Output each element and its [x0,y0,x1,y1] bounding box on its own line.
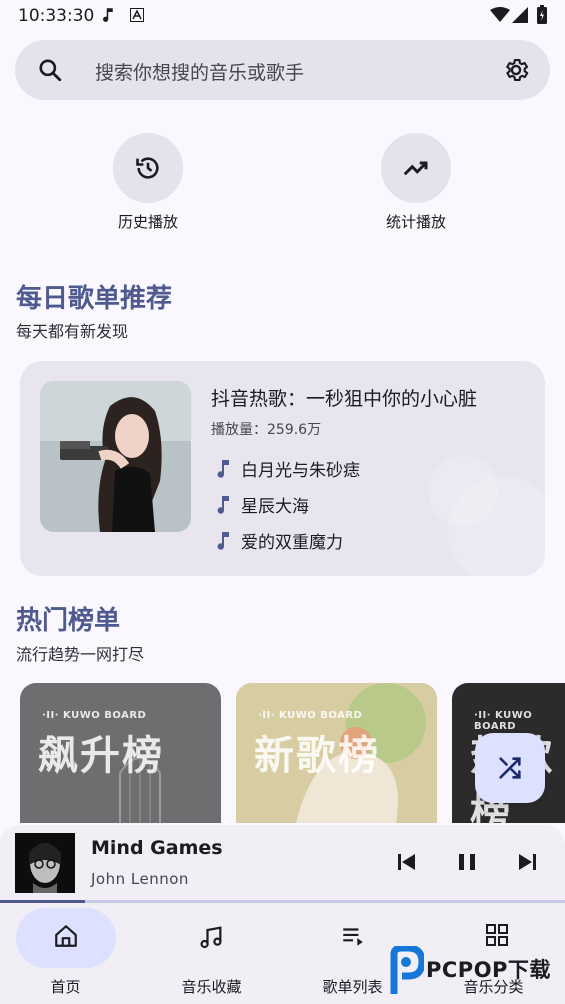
cellular-signal-icon [512,7,528,23]
charts-section-title: 热门榜单 [16,606,121,636]
watermark-text: PCPOP下载 [426,958,551,982]
history-play-button[interactable]: 历史播放 [78,133,218,232]
mini-player[interactable]: Mind Games John Lennon [0,825,565,905]
music-note-icon [217,531,229,550]
song-title: 星辰大海 [241,497,309,517]
trending-up-icon [403,161,428,176]
daily-playlist-card[interactable]: 抖音热歌：一秒狙中你的小心脏 播放量：259.6万 白月光与朱砂痣 星辰大海 爱… [20,361,545,576]
track-artist: John Lennon [91,870,189,888]
pause-icon[interactable] [457,851,477,873]
stats-play-label: 统计播放 [385,213,446,231]
chart-name: 新歌榜 [254,733,380,779]
category-grid-icon [486,924,508,946]
playlist-song-item[interactable]: 爱的双重魔力 [211,528,343,553]
chart-card-soaring[interactable]: ·II· KUWO BOARD 飙升榜 [20,683,221,823]
chart-name: 飙升榜 [38,733,164,779]
song-title: 白月光与朱砂痣 [241,461,360,481]
album-art-image [15,833,75,893]
stats-play-button[interactable]: 统计播放 [346,133,486,232]
playlist-play-count: 播放量：259.6万 [211,422,322,438]
music-note-icon [217,459,229,478]
home-icon [55,925,77,947]
shuffle-icon [499,757,521,779]
playlist-cover-art [40,381,191,532]
history-play-label: 历史播放 [117,213,178,231]
song-title: 爱的双重魔力 [241,533,343,553]
music-note-icon [217,495,229,514]
playlist-song-item[interactable]: 星辰大海 [211,492,309,517]
search-bar[interactable]: 搜索你想搜的音乐或歌手 [15,40,550,100]
stats-button-circle[interactable] [381,133,451,203]
playlist-song-item[interactable]: 白月光与朱砂痣 [211,456,360,481]
track-title: Mind Games [91,837,223,859]
status-bar: 10:33:30 [0,0,565,32]
history-icon [136,157,159,179]
skip-previous-icon[interactable] [397,851,417,873]
chart-brand: ·II· KUWO BOARD [258,710,363,721]
playlist-cover-image[interactable] [40,381,191,532]
history-button-circle[interactable] [113,133,183,203]
skip-next-icon[interactable] [517,851,537,873]
music-note-icon [103,8,113,22]
settings-gear-icon[interactable] [502,56,530,84]
playlist-name[interactable]: 抖音热歌：一秒狙中你的小心脏 [211,384,477,411]
chart-brand: ·II· KUWO BOARD [42,710,147,721]
music-collection-icon [200,926,222,949]
daily-section-subtitle: 每天都有新发现 [16,322,129,341]
chart-card-new[interactable]: ·II· KUWO BOARD 新歌榜 [236,683,437,823]
charts-section-subtitle: 流行趋势一网打尽 [16,645,145,664]
nav-item-home[interactable]: 首页 [0,903,141,1004]
wifi-icon [490,7,510,22]
daily-section-title: 每日歌单推荐 [16,284,173,314]
search-input[interactable]: 搜索你想搜的音乐或歌手 [95,58,304,85]
status-time: 10:33:30 [18,6,95,26]
playlist-icon [343,928,363,946]
shuffle-play-button[interactable] [475,733,545,803]
notification-a-icon [130,8,144,22]
battery-icon [537,5,547,24]
nav-label-home: 首页 [50,978,81,996]
search-icon[interactable] [37,57,63,83]
album-art[interactable] [15,833,75,893]
watermark: PCPOP下载 [386,946,561,1000]
nav-label-music-collection: 音乐收藏 [181,978,242,996]
watermark-logo-icon [390,946,424,994]
nav-item-music-collection[interactable]: 音乐收藏 [141,903,282,1004]
